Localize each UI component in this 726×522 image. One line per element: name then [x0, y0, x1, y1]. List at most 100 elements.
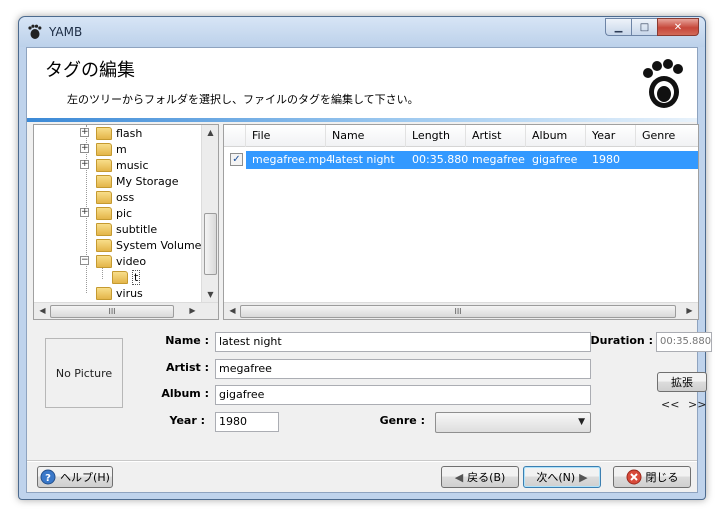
- previous-file-link[interactable]: <<: [661, 398, 679, 411]
- wizard-header: タグの編集 左のツリーからフォルダを選択し、ファイルのタグを編集して下さい。: [27, 48, 697, 118]
- column-header-artist[interactable]: Artist: [466, 125, 526, 147]
- scroll-thumb[interactable]: III: [240, 305, 676, 318]
- tree-item-music[interactable]: + music: [80, 157, 149, 173]
- folder-icon: [96, 142, 112, 156]
- scroll-right-arrow-icon[interactable]: ▶: [184, 306, 201, 315]
- scroll-thumb[interactable]: III: [50, 305, 174, 318]
- cell-file: megafree.mp4: [252, 153, 334, 166]
- table-row[interactable]: megafree.mp4 latest night 00:35.880 mega…: [246, 151, 698, 169]
- title-bar[interactable]: YAMB ▁ □ ✕: [19, 17, 705, 47]
- expand-toggle[interactable]: +: [80, 208, 89, 217]
- tag-editor-panel: No Picture Name : latest night Artist : …: [33, 328, 712, 450]
- tree-item-label: music: [116, 158, 149, 172]
- collapse-toggle[interactable]: −: [80, 256, 89, 265]
- row-checkbox[interactable]: ✓: [230, 153, 243, 166]
- name-field[interactable]: latest night: [215, 332, 591, 352]
- expand-toggle[interactable]: +: [80, 144, 89, 153]
- tree-item-pic[interactable]: + pic: [80, 205, 132, 221]
- duration-field: 00:35.880: [656, 332, 712, 352]
- tree-item-subtitle[interactable]: subtitle: [96, 221, 157, 237]
- artist-label: Artist :: [165, 361, 209, 374]
- close-circle-icon: [626, 469, 641, 485]
- tree-item-virus[interactable]: virus: [96, 285, 143, 301]
- back-button[interactable]: ◀ 戻る(B): [441, 466, 519, 488]
- tree-item-label: video: [116, 254, 147, 268]
- tree-item-t[interactable]: t: [112, 269, 141, 285]
- folder-icon: [96, 222, 112, 236]
- back-label: 戻る(B): [467, 471, 506, 484]
- cell-genre: [636, 151, 698, 169]
- back-arrow-icon: ◀: [454, 470, 464, 484]
- name-label: Name :: [165, 334, 209, 347]
- file-list[interactable]: File Name Length Artist Album Year Genre…: [223, 124, 699, 320]
- expand-toggle[interactable]: +: [80, 128, 89, 137]
- cell-length: 00:35.880: [412, 153, 469, 166]
- folder-icon: [96, 158, 112, 172]
- scroll-right-arrow-icon[interactable]: ▶: [681, 306, 698, 315]
- app-foot-icon: [28, 24, 42, 39]
- scroll-left-arrow-icon[interactable]: ◀: [34, 306, 51, 315]
- folder-icon: [96, 126, 112, 140]
- folder-open-icon: [112, 270, 128, 284]
- close-label: 閉じる: [645, 471, 679, 484]
- maximize-button[interactable]: □: [631, 18, 657, 36]
- tree-item-label: pic: [116, 206, 133, 220]
- column-header-name[interactable]: Name: [326, 125, 406, 147]
- help-label: ヘルプ(H): [60, 471, 110, 484]
- tree-item-system-volume[interactable]: System Volume In: [96, 237, 215, 253]
- page-description: 左のツリーからフォルダを選択し、ファイルのタグを編集して下さい。: [67, 93, 419, 106]
- yamb-window: YAMB ▁ □ ✕ タグの編集 左のツリーからフォルダを選択し、ファイルのタグ…: [18, 16, 712, 500]
- year-label: Year :: [169, 414, 206, 427]
- cell-name: latest night: [332, 153, 395, 166]
- help-button[interactable]: ? ヘルプ(H): [37, 466, 113, 488]
- list-horizontal-scrollbar[interactable]: ◀ III ▶: [224, 302, 698, 319]
- column-header-length[interactable]: Length: [406, 125, 466, 147]
- scroll-left-arrow-icon[interactable]: ◀: [224, 306, 241, 315]
- artist-field[interactable]: megafree: [215, 359, 591, 379]
- duration-label: Duration :: [590, 334, 653, 347]
- tree-item-m[interactable]: + m: [80, 141, 127, 157]
- scroll-up-arrow-icon[interactable]: ▲: [202, 128, 218, 137]
- tree-item-oss[interactable]: oss: [96, 189, 134, 205]
- chevron-down-icon: ▼: [578, 417, 585, 427]
- tree-item-label: oss: [116, 190, 135, 204]
- album-art-placeholder[interactable]: No Picture: [45, 338, 123, 408]
- folder-icon: [96, 238, 112, 252]
- list-header: File Name Length Artist Album Year Genre: [224, 125, 698, 147]
- album-field[interactable]: gigafree: [215, 385, 591, 405]
- next-label: 次へ(N): [536, 471, 576, 484]
- folder-tree[interactable]: + flash + m + music My Storage oss + pic…: [33, 124, 219, 320]
- tree-horizontal-scrollbar[interactable]: ◀ III ▶: [34, 302, 218, 319]
- genre-select[interactable]: ▼: [435, 412, 591, 433]
- tree-item-label: m: [116, 142, 127, 156]
- column-header-genre[interactable]: Genre: [636, 125, 698, 147]
- help-icon: ?: [40, 469, 56, 485]
- tree-item-my-storage[interactable]: My Storage: [96, 173, 179, 189]
- next-button[interactable]: 次へ(N) ▶: [523, 466, 601, 488]
- page-title: タグの編集: [45, 60, 135, 81]
- cell-year: 1980: [592, 153, 620, 166]
- expand-button[interactable]: 拡張: [657, 372, 707, 392]
- year-field[interactable]: 1980: [215, 412, 279, 432]
- close-window-button[interactable]: ✕: [657, 18, 699, 36]
- close-button[interactable]: 閉じる: [613, 466, 691, 488]
- next-file-link[interactable]: >>: [688, 398, 706, 411]
- footer-divider: [27, 460, 697, 462]
- scroll-thumb[interactable]: [204, 213, 217, 275]
- expand-toggle[interactable]: +: [80, 160, 89, 169]
- minimize-button[interactable]: ▁: [605, 18, 631, 36]
- scroll-down-arrow-icon[interactable]: ▼: [202, 290, 218, 299]
- column-header-year[interactable]: Year: [586, 125, 636, 147]
- folder-icon: [96, 286, 112, 300]
- tree-item-flash[interactable]: + flash: [80, 125, 142, 141]
- column-header-file[interactable]: File: [246, 125, 326, 147]
- tree-item-video[interactable]: − video: [80, 253, 146, 269]
- tree-item-label: My Storage: [116, 174, 179, 188]
- tree-vertical-scrollbar[interactable]: ▲ ▼: [201, 125, 218, 303]
- column-header-album[interactable]: Album: [526, 125, 586, 147]
- cell-album: gigafree: [532, 153, 578, 166]
- folder-icon: [96, 174, 112, 188]
- column-header-check[interactable]: [224, 125, 246, 147]
- genre-label: Genre :: [379, 414, 425, 427]
- cell-artist: megafree: [472, 153, 525, 166]
